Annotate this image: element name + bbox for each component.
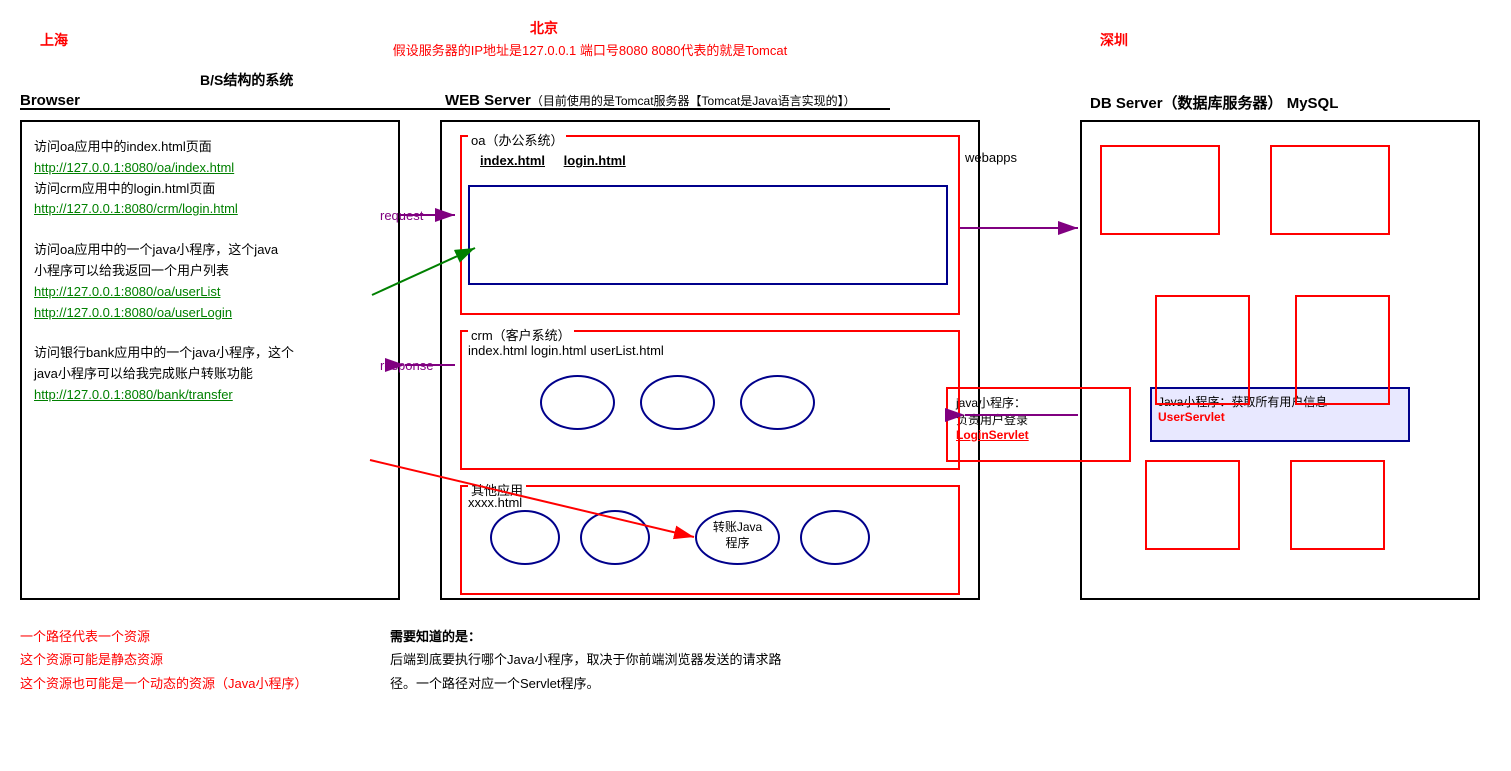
crm-ellipse-1	[540, 375, 615, 430]
db-rect-1	[1100, 145, 1220, 235]
label-dbserver: DB Server（数据库服务器） MySQL	[1090, 92, 1338, 113]
servlet-box: java小程序： 负责用户登录 LoginServlet Java小程序：获取所…	[468, 185, 948, 285]
crm-ellipse-2	[640, 375, 715, 430]
need-text2: 径。一个路径对应一个Servlet程序。	[390, 672, 781, 695]
label-webapps: webapps	[965, 150, 1017, 165]
need-title: 需要知道的是：	[390, 625, 781, 648]
webserver-label: WEB Server	[445, 92, 531, 109]
crm-title: crm（客户系统）	[468, 325, 574, 344]
browser-line2: http://127.0.0.1:8080/oa/index.html	[34, 158, 386, 179]
browser-line6: 小程序可以给我返回一个用户列表	[34, 261, 386, 282]
loginservlet-content: java小程序： 负责用户登录 LoginServlet	[948, 389, 1129, 447]
transfer-label: 转账Java 程序	[697, 520, 778, 551]
bottom-note-right: 需要知道的是： 后端到底要执行哪个Java小程序，取决于你前端浏览器发送的请求路…	[390, 625, 781, 695]
browser-line1: 访问oa应用中的index.html页面	[34, 137, 386, 158]
other-ellipse-1	[490, 510, 560, 565]
java-label: java小程序：	[956, 394, 1121, 411]
other-ellipse-4	[800, 510, 870, 565]
label-shenzhen: 深圳	[1100, 30, 1128, 50]
label-shanghai: 上海	[40, 30, 68, 50]
oa-index-html: index.html	[480, 153, 545, 168]
db-rect-5	[1145, 460, 1240, 550]
loginservlet-box: java小程序： 负责用户登录 LoginServlet	[946, 387, 1131, 462]
browser-line10: java小程序可以给我完成账户转账功能	[34, 364, 386, 385]
browser-line5: 访问oa应用中的一个java小程序，这个java	[34, 240, 386, 261]
browser-line3: 访问crm应用中的login.html页面	[34, 179, 386, 200]
userservlet-name: UserServlet	[1158, 410, 1402, 424]
bottom-note-left: 一个路径代表一个资源 这个资源可能是静态资源 这个资源也可能是一个动态的资源（J…	[20, 625, 307, 695]
other-ellipse-2	[580, 510, 650, 565]
note1: 一个路径代表一个资源	[20, 625, 307, 648]
note2: 这个资源可能是静态资源	[20, 648, 307, 671]
crm-ellipse-3	[740, 375, 815, 430]
oa-login-html: login.html	[564, 153, 626, 168]
label-beijing-sub: 假设服务器的IP地址是127.0.0.1 端口号8080 8080代表的就是To…	[360, 40, 820, 59]
oa-title: oa（办公系统）	[468, 130, 566, 149]
label-beijing: 北京	[530, 18, 558, 38]
browser-content: 访问oa应用中的index.html页面 http://127.0.0.1:80…	[22, 122, 398, 431]
browser-line11: http://127.0.0.1:8080/bank/transfer	[34, 385, 386, 406]
crm-files: index.html login.html userList.html	[468, 343, 664, 358]
browser-line9: 访问银行bank应用中的一个java小程序，这个	[34, 343, 386, 364]
note3: 这个资源也可能是一个动态的资源（Java小程序）	[20, 672, 307, 695]
browser-line7: http://127.0.0.1:8080/oa/userList	[34, 282, 386, 303]
browser-line8: http://127.0.0.1:8080/oa/userLogin	[34, 303, 386, 324]
need-text1: 后端到底要执行哪个Java小程序，取决于你前端浏览器发送的请求路	[390, 648, 781, 671]
webserver-sub: （目前使用的是Tomcat服务器【Tomcat是Java语言实现的】）	[531, 94, 856, 108]
db-rect-6	[1290, 460, 1385, 550]
browser-box: 访问oa应用中的index.html页面 http://127.0.0.1:80…	[20, 120, 400, 600]
browser-line4: http://127.0.0.1:8080/crm/login.html	[34, 199, 386, 220]
db-rect-4	[1295, 295, 1390, 405]
db-rect-2	[1270, 145, 1390, 235]
oa-files: index.html login.html	[480, 153, 626, 168]
other-ellipse-transfer: 转账Java 程序	[695, 510, 780, 565]
label-browser: Browser	[20, 92, 80, 109]
other-file: xxxx.html	[468, 495, 522, 510]
db-rect-3	[1155, 295, 1250, 405]
label-bs-structure: B/S结构的系统	[200, 70, 293, 90]
login-desc: 负责用户登录	[956, 411, 1121, 428]
loginservlet-label: LoginServlet	[956, 428, 1121, 442]
